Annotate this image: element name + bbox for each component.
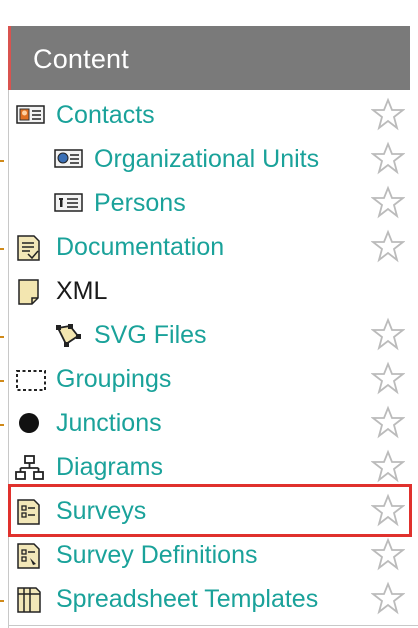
favorite-star-icon[interactable] xyxy=(370,449,406,483)
nav-item-persons[interactable]: Persons xyxy=(10,181,415,225)
nav-item-label: Persons xyxy=(94,189,186,217)
nav-item-contacts[interactable]: Contacts xyxy=(10,93,415,137)
nav-item-label: Junctions xyxy=(56,409,162,437)
panel-title: Content xyxy=(33,44,129,74)
nav-item-label: Organizational Units xyxy=(94,145,320,173)
contact-card-icon xyxy=(16,102,46,128)
nav-item-documentation[interactable]: Documentation xyxy=(10,225,415,269)
panel-left-border xyxy=(8,26,9,628)
favorite-star-icon[interactable] xyxy=(370,141,406,175)
tree-connector-mark xyxy=(0,160,4,162)
favorite-star-icon[interactable] xyxy=(370,581,406,615)
tree-connector-mark xyxy=(0,380,4,382)
nav-item-survey-definitions[interactable]: Survey Definitions xyxy=(10,533,415,577)
tree-connector-mark xyxy=(0,248,4,250)
nav-item-svg-files[interactable]: SVG Files xyxy=(10,313,415,357)
nav-item-label: XML xyxy=(56,277,108,305)
tree-connector-mark xyxy=(0,600,4,602)
nav-item-diagrams[interactable]: Diagrams xyxy=(10,445,415,489)
nav-item-junctions[interactable]: Junctions xyxy=(10,401,415,445)
favorite-star-icon[interactable] xyxy=(370,361,406,395)
org-unit-card-icon xyxy=(54,146,84,172)
nav-item-label: Groupings xyxy=(56,365,172,393)
diagram-hierarchy-icon xyxy=(14,454,44,480)
favorite-star-icon[interactable] xyxy=(370,537,406,571)
favorite-star-icon[interactable] xyxy=(370,229,406,263)
selection-highlight-box xyxy=(8,484,412,537)
spreadsheet-template-icon xyxy=(14,586,44,613)
nav-item-label: Contacts xyxy=(56,101,155,129)
nav-item-label: Spreadsheet Templates xyxy=(56,585,319,613)
nav-item-label: Diagrams xyxy=(56,453,163,481)
document-icon xyxy=(14,234,44,261)
favorite-star-icon[interactable] xyxy=(370,317,406,351)
person-card-icon xyxy=(54,190,84,216)
nav-item-label: Survey Definitions xyxy=(56,541,258,569)
favorite-star-icon[interactable] xyxy=(370,185,406,219)
xml-page-icon xyxy=(14,278,44,305)
nav-item-label: SVG Files xyxy=(94,321,207,349)
survey-definition-icon xyxy=(14,542,44,569)
grouping-icon xyxy=(14,366,46,392)
panel-bottom-border xyxy=(8,625,418,626)
nav-item-xml[interactable]: XML xyxy=(10,269,415,313)
favorite-star-icon[interactable] xyxy=(370,97,406,131)
panel-header: Content xyxy=(8,26,410,90)
nav-item-groupings[interactable]: Groupings xyxy=(10,357,415,401)
tree-connector-mark xyxy=(0,424,4,426)
nav-item-spreadsheet-templates[interactable]: Spreadsheet Templates xyxy=(10,577,415,621)
nav-item-organizational-units[interactable]: Organizational Units xyxy=(10,137,415,181)
favorite-star-icon[interactable] xyxy=(370,405,406,439)
tree-connector-mark xyxy=(0,336,4,338)
junction-dot-icon xyxy=(16,410,46,436)
content-panel: Content Contacts Organizational Units Pe… xyxy=(0,0,418,628)
nav-item-label: Documentation xyxy=(56,233,225,261)
svg-file-icon xyxy=(54,322,84,348)
